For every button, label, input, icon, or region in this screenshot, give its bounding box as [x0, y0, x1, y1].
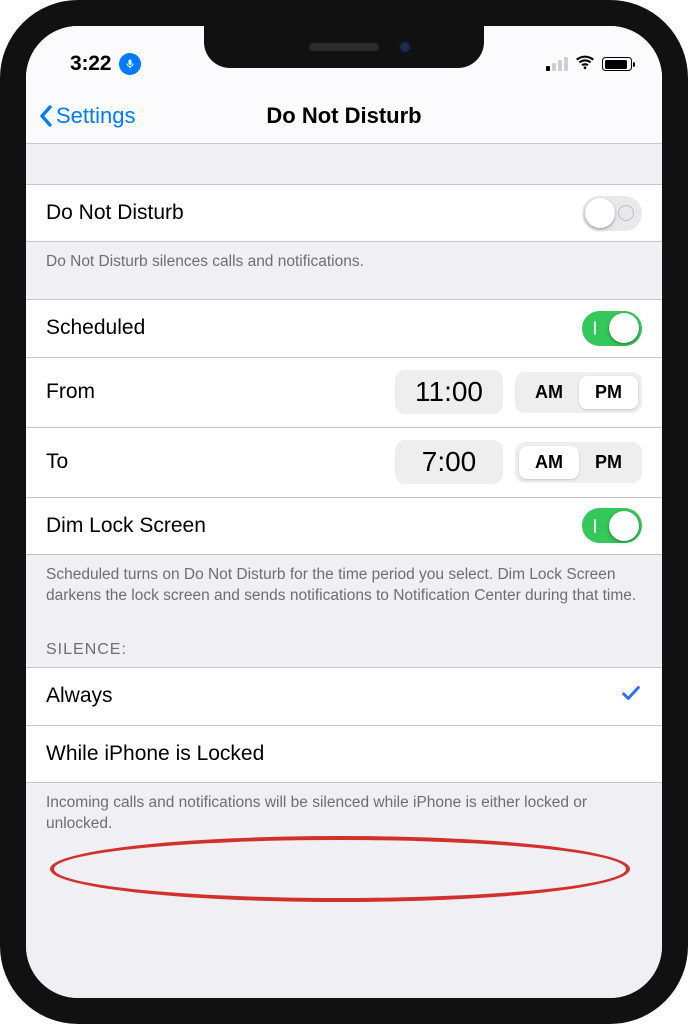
- cellular-icon: [546, 57, 568, 71]
- phone-frame: 3:22 Settings Do Not Disturb: [0, 0, 688, 1024]
- silence-locked-row[interactable]: While iPhone is Locked: [26, 725, 662, 783]
- to-row: To 7:00 AM PM: [26, 427, 662, 497]
- wifi-icon: [575, 54, 595, 75]
- scheduled-label: Scheduled: [46, 316, 145, 340]
- from-pm-segment[interactable]: PM: [579, 376, 638, 409]
- to-label: To: [46, 450, 68, 474]
- scheduled-toggle[interactable]: [582, 311, 642, 346]
- to-time-value[interactable]: 7:00: [395, 440, 503, 484]
- battery-icon: [602, 57, 632, 71]
- silence-always-row[interactable]: Always: [26, 667, 662, 725]
- from-label: From: [46, 380, 95, 404]
- silence-always-label: Always: [46, 684, 113, 708]
- annotation-ellipse: [50, 836, 630, 902]
- silence-footer: Incoming calls and notifications will be…: [26, 783, 662, 843]
- from-ampm-segmented[interactable]: AM PM: [515, 372, 642, 413]
- dnd-label: Do Not Disturb: [46, 201, 184, 225]
- from-row: From 11:00 AM PM: [26, 357, 662, 427]
- microphone-icon: [119, 53, 141, 75]
- schedule-footer: Scheduled turns on Do Not Disturb for th…: [26, 555, 662, 615]
- dim-lock-label: Dim Lock Screen: [46, 514, 206, 538]
- dnd-footer: Do Not Disturb silences calls and notifi…: [26, 242, 662, 281]
- to-ampm-segmented[interactable]: AM PM: [515, 442, 642, 483]
- dim-lock-row[interactable]: Dim Lock Screen: [26, 497, 662, 555]
- navigation-bar: Settings Do Not Disturb: [26, 88, 662, 144]
- chevron-left-icon: [38, 104, 54, 128]
- from-time-value[interactable]: 11:00: [395, 370, 503, 414]
- device-notch: [204, 26, 484, 68]
- silence-locked-label: While iPhone is Locked: [46, 742, 264, 766]
- dnd-row[interactable]: Do Not Disturb: [26, 184, 662, 242]
- status-time: 3:22: [70, 52, 111, 76]
- back-label: Settings: [56, 103, 136, 129]
- scheduled-row[interactable]: Scheduled: [26, 299, 662, 357]
- to-pm-segment[interactable]: PM: [579, 446, 638, 479]
- to-am-segment[interactable]: AM: [519, 446, 579, 479]
- from-am-segment[interactable]: AM: [519, 376, 579, 409]
- checkmark-icon: [620, 682, 642, 710]
- back-button[interactable]: Settings: [38, 103, 136, 129]
- dnd-toggle[interactable]: [582, 196, 642, 231]
- dim-lock-toggle[interactable]: [582, 508, 642, 543]
- silence-header: SILENCE:: [26, 615, 662, 667]
